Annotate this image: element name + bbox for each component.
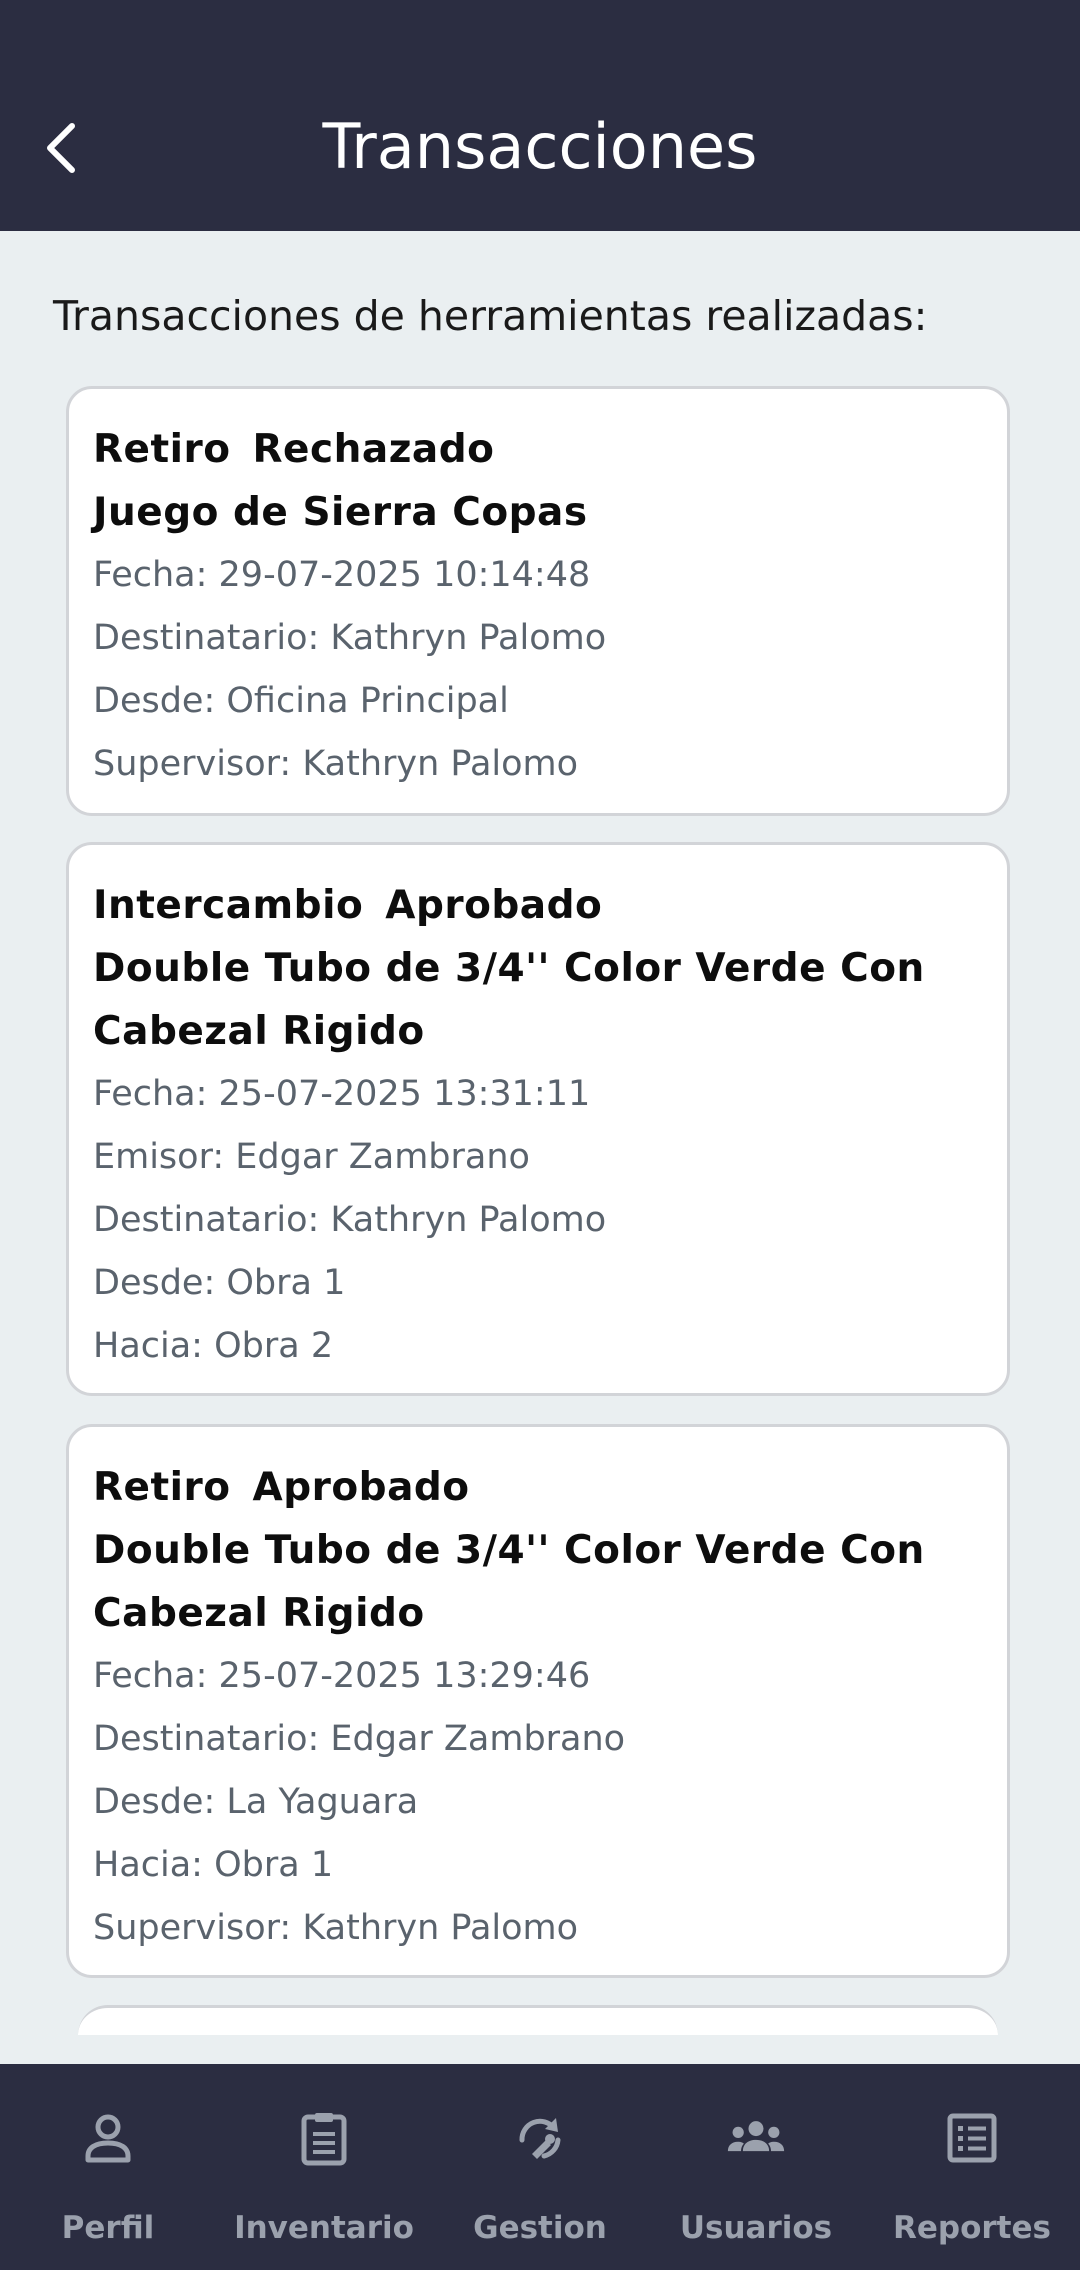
transaction-supervisor: Supervisor: Kathryn Palomo (93, 1908, 579, 1948)
transaction-header: Retiro Aprobado (93, 1456, 983, 1519)
clipboard-icon (294, 2108, 354, 2168)
tool-name: Double Tubo de 3/4'' Color Verde Con Cab… (93, 946, 925, 1054)
transaction-type: Intercambio (93, 883, 364, 928)
transaction-origin: Desde: Oficina Principal (93, 681, 509, 721)
list-report-icon (942, 2108, 1002, 2168)
transaction-status: Aprobado (252, 1465, 470, 1510)
transaction-date: Fecha: 25-07-2025 13:29:46 (93, 1656, 591, 1696)
nav-label: Perfil (61, 2210, 155, 2246)
transaction-status: Rechazado (252, 427, 495, 472)
nav-item-gestion[interactable]: Gestion (432, 2064, 648, 2270)
transaction-card-partial[interactable] (78, 2005, 998, 2035)
nav-label: Reportes (893, 2210, 1051, 2246)
nav-item-reportes[interactable]: Reportes (864, 2064, 1080, 2270)
transaction-sender: Emisor: Edgar Zambrano (93, 1137, 530, 1177)
transaction-header: Retiro Rechazado (93, 418, 983, 481)
transaction-card[interactable]: Retiro Rechazado Juego de Sierra Copas Fe… (66, 386, 1010, 816)
transaction-recipient: Destinatario: Kathryn Palomo (93, 618, 607, 658)
nav-item-perfil[interactable]: Perfil (0, 2064, 216, 2270)
transaction-destination: Hacia: Obra 1 (93, 1845, 334, 1885)
transaction-origin: Desde: Obra 1 (93, 1263, 346, 1303)
nav-label: Usuarios (679, 2210, 833, 2246)
tool-name: Double Tubo de 3/4'' Color Verde Con Cab… (93, 1528, 925, 1636)
nav-label: Gestion (473, 2210, 607, 2246)
transaction-destination: Hacia: Obra 2 (93, 1326, 334, 1366)
transaction-type: Retiro (93, 1465, 231, 1510)
transaction-date: Fecha: 25-07-2025 13:31:11 (93, 1074, 591, 1114)
transaction-card[interactable]: Retiro Aprobado Double Tubo de 3/4'' Colo… (66, 1424, 1010, 1978)
tool-name: Juego de Sierra Copas (93, 490, 588, 535)
section-subtitle: Transacciones de herramientas realizadas… (53, 292, 928, 340)
nav-label: Inventario (234, 2210, 414, 2246)
transaction-header: Intercambio Aprobado (93, 874, 983, 937)
app-header: Transacciones (0, 0, 1080, 231)
bottom-nav: Perfil Inventario Gestion Usuarios Repor… (0, 2064, 1080, 2270)
transaction-card[interactable]: Intercambio Aprobado Double Tubo de 3/4''… (66, 842, 1010, 1396)
transaction-recipient: Destinatario: Kathryn Palomo (93, 1200, 607, 1240)
transaction-supervisor: Supervisor: Kathryn Palomo (93, 744, 579, 784)
transaction-origin: Desde: La Yaguara (93, 1782, 419, 1822)
page-title: Transacciones (322, 110, 758, 183)
nav-item-usuarios[interactable]: Usuarios (648, 2064, 864, 2270)
person-icon (78, 2108, 138, 2168)
transaction-type: Retiro (93, 427, 231, 472)
nav-item-inventario[interactable]: Inventario (216, 2064, 432, 2270)
transaction-recipient: Destinatario: Edgar Zambrano (93, 1719, 626, 1759)
sync-tool-icon (510, 2108, 570, 2168)
group-icon (726, 2108, 786, 2168)
transaction-status: Aprobado (385, 883, 603, 928)
transaction-date: Fecha: 29-07-2025 10:14:48 (93, 555, 591, 595)
